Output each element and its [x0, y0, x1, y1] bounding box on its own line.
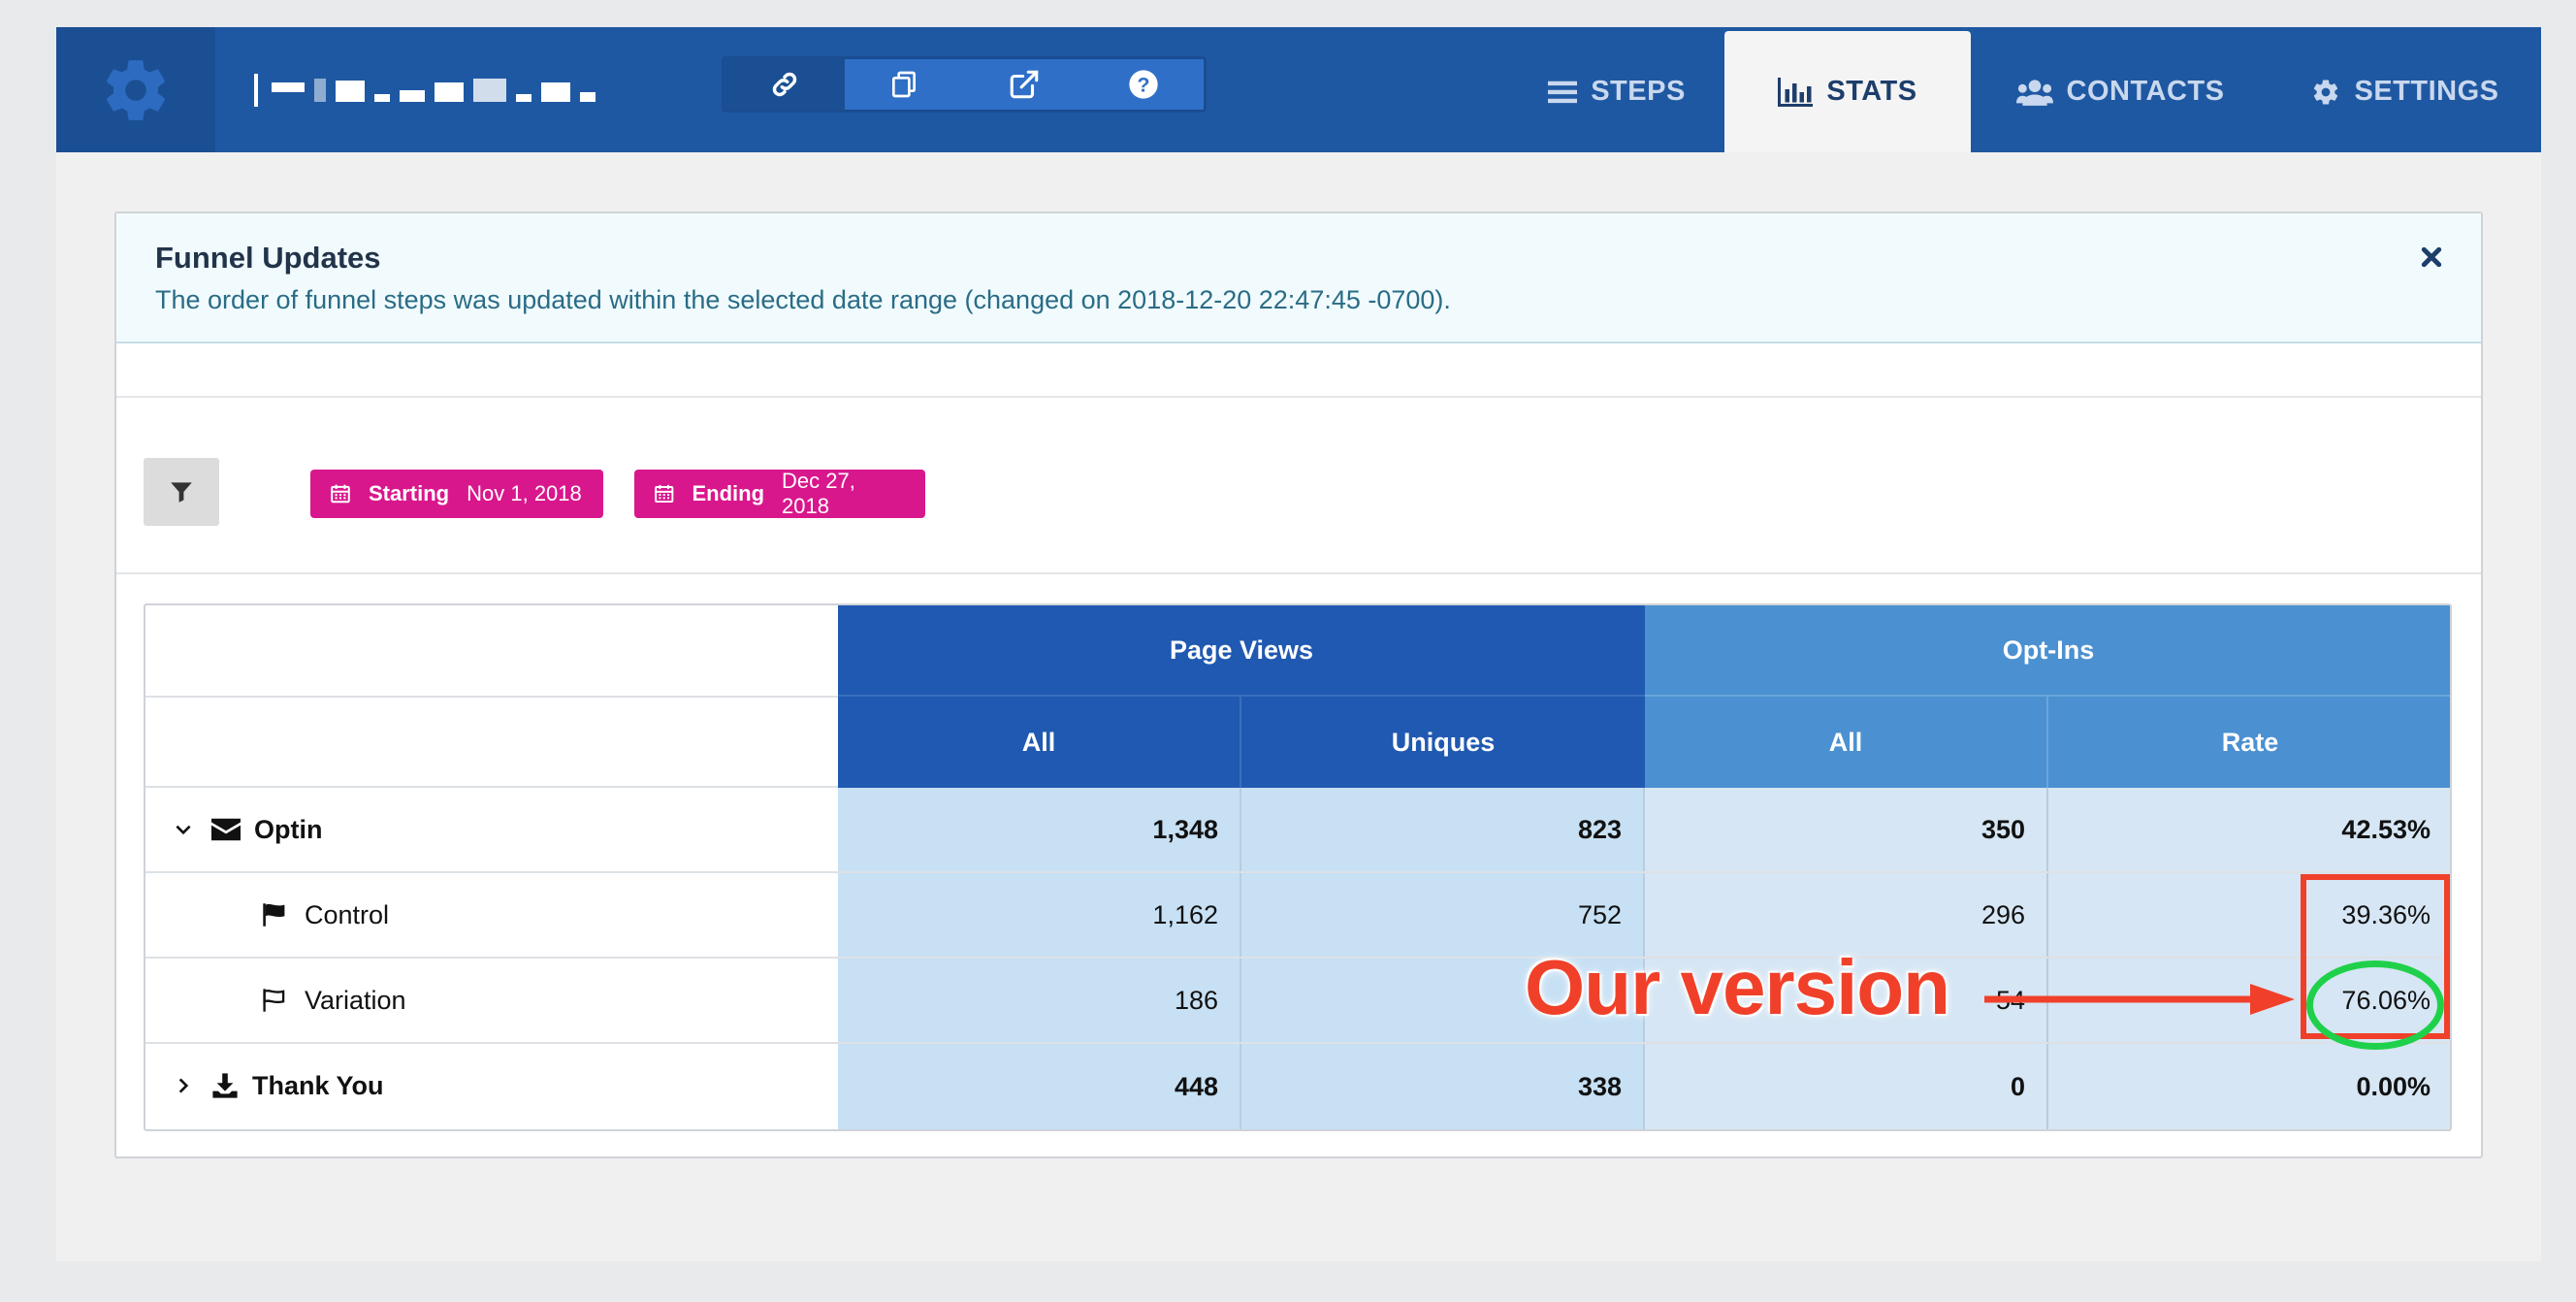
copy-icon: [892, 71, 917, 98]
end-date-value: Dec 27, 2018: [782, 469, 855, 518]
row-divider: [145, 696, 838, 698]
end-date-label: Ending: [692, 481, 765, 505]
cell-pv-all: 1,348: [838, 788, 1241, 871]
tab-stats[interactable]: STATS: [1724, 31, 1971, 152]
annotation-arrow: [1984, 984, 2295, 1015]
tab-steps[interactable]: STEPS: [1509, 31, 1724, 152]
cell-oi-rate: 42.53%: [2048, 788, 2450, 871]
stats-table: Page Views Opt-Ins All Uniques All Rate …: [144, 603, 2452, 1131]
list-icon: [1548, 81, 1578, 103]
redacted-text: [272, 79, 596, 102]
users-icon: [2015, 79, 2053, 106]
funnel-toolbar: ?: [722, 56, 1207, 113]
cell-oi-rate: 0.00%: [2048, 1044, 2450, 1129]
name-divider: [254, 74, 258, 107]
svg-text:?: ?: [1138, 73, 1150, 96]
cell-pv-all: 1,162: [838, 873, 1241, 957]
cell-oi-all: 350: [1645, 788, 2048, 871]
start-date-label: Starting: [369, 481, 450, 505]
row-name: Control: [305, 899, 390, 929]
tool-open-external[interactable]: [964, 59, 1084, 110]
funnel-name-redacted: [254, 64, 609, 116]
filter-button[interactable]: [144, 458, 219, 526]
start-date-picker[interactable]: Starting Nov 1, 2018: [310, 470, 603, 518]
annotation-label: Our version: [1525, 944, 1950, 1030]
tool-link[interactable]: [724, 59, 845, 110]
tab-contacts[interactable]: CONTACTS: [1971, 31, 2270, 152]
alert-close-button[interactable]: [2417, 243, 2446, 272]
table-row-thank-you[interactable]: Thank You: [145, 1044, 838, 1127]
group-header-page-views: Page Views: [838, 605, 1645, 697]
alert-message: The order of funnel steps was updated wi…: [155, 285, 1451, 314]
cell-pv-uniques: 338: [1241, 1044, 1645, 1129]
table-row-variation[interactable]: Variation: [145, 959, 838, 1042]
help-icon: ?: [1129, 70, 1158, 99]
link-icon: [772, 72, 796, 97]
row-name: Variation: [305, 985, 406, 1015]
download-icon: [212, 1073, 238, 1098]
divider: [116, 572, 2481, 574]
group-header-opt-ins: Opt-Ins: [1645, 605, 2450, 697]
app-frame: ? STEPS STATS CONTACTS SETTINGS Funnel U…: [56, 27, 2541, 1261]
annotation-circle: [2306, 960, 2444, 1050]
main-nav: STEPS STATS CONTACTS SETTINGS: [1509, 31, 2541, 152]
tab-contacts-label: CONTACTS: [2066, 76, 2225, 107]
filter-icon: [171, 482, 192, 503]
start-date-value: Nov 1, 2018: [467, 481, 582, 505]
row-name: Optin: [254, 814, 323, 844]
cell-oi-all: 0: [1645, 1044, 2048, 1129]
tool-help[interactable]: ?: [1084, 59, 1205, 110]
column-header[interactable]: Rate: [2048, 697, 2450, 788]
tab-steps-label: STEPS: [1591, 76, 1686, 107]
chevron-down-icon[interactable]: [173, 819, 194, 840]
tab-stats-label: STATS: [1826, 76, 1917, 107]
column-header[interactable]: Uniques: [1241, 697, 1645, 788]
chevron-right-icon[interactable]: [173, 1075, 194, 1096]
close-icon: [2421, 246, 2442, 268]
end-date-picker[interactable]: Ending Dec 27, 2018: [634, 469, 925, 518]
column-header[interactable]: All: [1645, 697, 2048, 788]
cell-pv-uniques: 823: [1241, 788, 1645, 871]
flag-outline-icon: [263, 989, 285, 1012]
tool-copy[interactable]: [845, 59, 965, 110]
row-name: Thank You: [252, 1070, 384, 1100]
top-bar: ? STEPS STATS CONTACTS SETTINGS: [56, 27, 2541, 152]
calendar-icon: [331, 484, 350, 504]
logo[interactable]: [56, 27, 215, 152]
table-row-control[interactable]: Control: [145, 873, 838, 957]
tab-settings[interactable]: SETTINGS: [2270, 31, 2541, 152]
cell-pv-all: 448: [838, 1044, 1241, 1129]
column-header[interactable]: All: [838, 697, 1241, 788]
divider: [116, 396, 2481, 398]
alert-title: Funnel Updates: [155, 241, 381, 275]
envelope-icon: [211, 818, 241, 841]
gear-icon: [2314, 80, 2338, 105]
funnel-updates-alert: Funnel Updates The order of funnel steps…: [116, 213, 2481, 343]
flag-icon: [263, 903, 285, 927]
cell-pv-all: 186: [838, 959, 1241, 1042]
table-row-optin[interactable]: Optin: [145, 788, 838, 871]
calendar-icon: [655, 484, 674, 504]
gear-logo-icon: [107, 59, 165, 120]
bar-chart-icon: [1778, 77, 1814, 107]
tab-settings-label: SETTINGS: [2354, 76, 2499, 107]
external-link-icon: [1010, 70, 1039, 99]
